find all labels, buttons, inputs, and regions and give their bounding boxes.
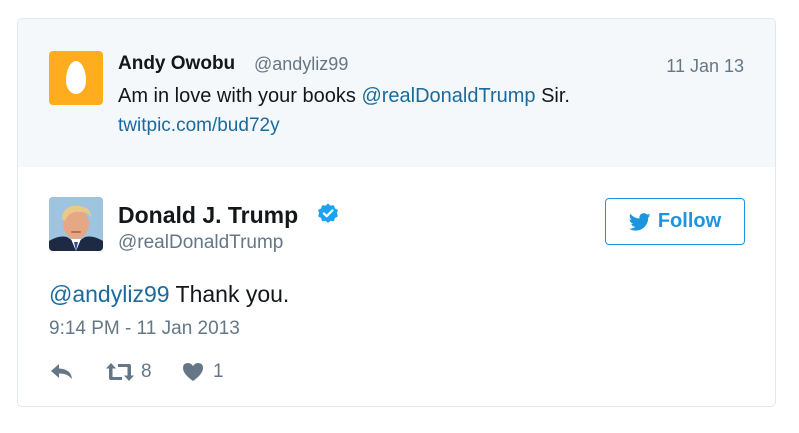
verified-badge-icon <box>316 202 340 226</box>
quoted-author-avatar[interactable] <box>49 51 103 105</box>
quoted-tweet-link[interactable]: twitpic.com/bud72y <box>118 115 280 137</box>
author-name[interactable]: Donald J. Trump <box>118 202 298 229</box>
retweet-button[interactable]: 8 <box>105 361 152 383</box>
quoted-author-name[interactable]: Andy Owobu <box>118 53 235 75</box>
follow-button[interactable]: Follow <box>605 198 745 245</box>
egg-icon <box>66 61 86 94</box>
reply-button[interactable] <box>49 361 75 381</box>
tweet-timestamp[interactable]: 9:14 PM - 11 Jan 2013 <box>49 318 240 340</box>
like-button[interactable]: 1 <box>182 361 224 383</box>
reply-icon <box>51 364 72 379</box>
quoted-tweet-text: Am in love with your books @realDonaldTr… <box>118 85 570 108</box>
follow-button-label: Follow <box>657 210 722 232</box>
tweet-text: @andyliz99 Thank you. <box>49 281 289 308</box>
like-count: 1 <box>213 361 224 382</box>
retweet-icon <box>106 363 134 381</box>
twitter-bird-icon <box>628 212 651 231</box>
tweet-embed-card: Andy Owobu @andyliz99 11 Jan 13 Am in lo… <box>17 18 776 407</box>
heart-icon <box>183 363 203 381</box>
retweet-count: 8 <box>141 361 152 382</box>
quoted-tweet[interactable]: Andy Owobu @andyliz99 11 Jan 13 Am in lo… <box>18 19 775 167</box>
tweet-body: Thank you. <box>175 281 290 307</box>
author-photo-icon <box>49 197 103 251</box>
author-handle[interactable]: @realDonaldTrump <box>118 232 283 254</box>
quoted-text-after: Sir. <box>541 85 570 107</box>
quoted-mention-link[interactable]: @realDonaldTrump <box>361 85 535 107</box>
quoted-tweet-date[interactable]: 11 Jan 13 <box>666 56 744 77</box>
reply-mention-link[interactable]: @andyliz99 <box>49 281 170 307</box>
author-avatar[interactable] <box>49 197 103 251</box>
quoted-author-handle[interactable]: @andyliz99 <box>254 54 348 75</box>
quoted-text-before: Am in love with your books <box>118 85 356 107</box>
